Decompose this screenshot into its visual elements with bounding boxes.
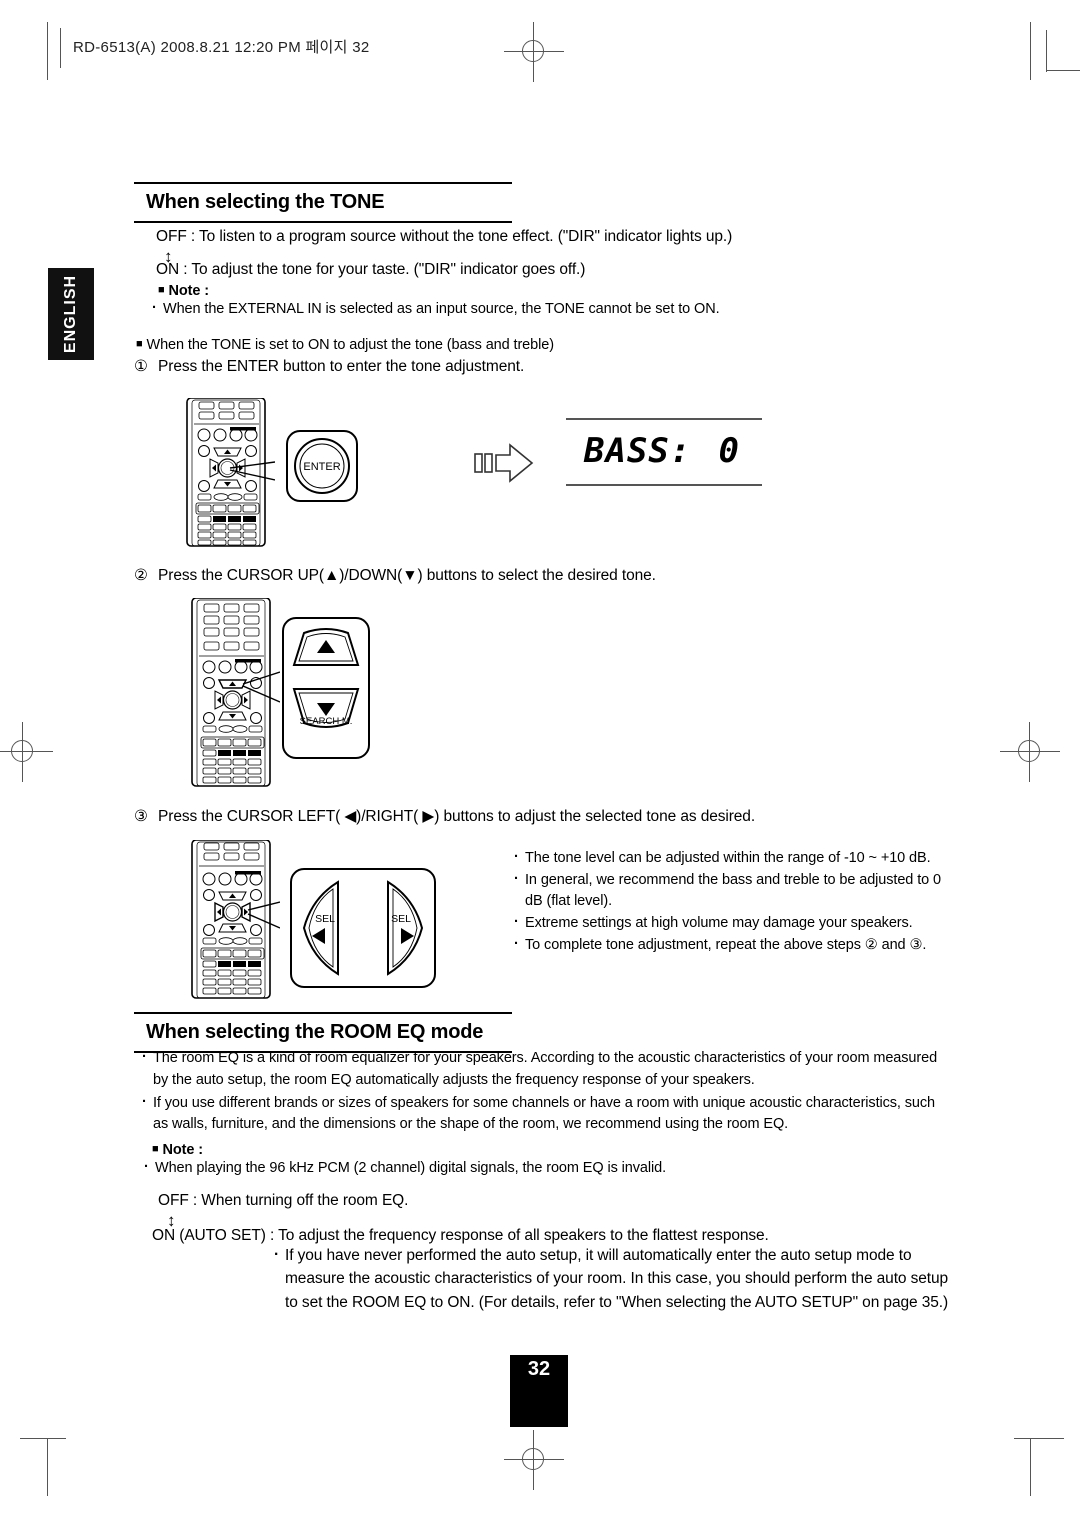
remote-svg-updown <box>191 597 281 787</box>
tone-step-3-text: Press the CURSOR LEFT( ◀)/RIGHT( ▶) butt… <box>158 808 756 825</box>
flow-arrow-svg <box>474 443 534 483</box>
section-title-tone-text: When selecting the TONE <box>146 191 385 213</box>
tone-note-label-text: Note : <box>168 283 209 299</box>
print-header-text: RD-6513(A) 2008.8.21 12:20 PM 페이지 32 <box>73 38 370 56</box>
print-header: RD-6513(A) 2008.8.21 12:20 PM 페이지 32 <box>60 28 370 68</box>
cursor-updown-graphic: SEARCH M. <box>292 628 360 728</box>
tone-subhead-text: When the TONE is set to ON to adjust the… <box>146 337 554 353</box>
tone-note-item-text: When the EXTERNAL IN is selected as an i… <box>163 301 720 317</box>
roomeq-on-text: ON (AUTO SET) : To adjust the frequency … <box>152 1227 769 1244</box>
roomeq-bullet-0: The room EQ is a kind of room equalizer … <box>153 1050 938 1088</box>
roomeq-note-item-text: When playing the 96 kHz PCM (2 channel) … <box>155 1160 667 1176</box>
print-header-rule <box>60 28 61 68</box>
page-number-badge: 32 <box>510 1355 568 1427</box>
roomeq-off-line: OFF : When turning off the room EQ. <box>158 1190 858 1212</box>
display-panel: BASS: 0 <box>566 418 762 486</box>
flow-arrow-icon <box>474 443 536 488</box>
display-face: BASS: 0 <box>566 420 762 484</box>
roomeq-bullet-list: The room EQ is a kind of room equalizer … <box>140 1047 950 1137</box>
callout-enter-button: ENTER <box>286 430 358 502</box>
remote-illustration-enter <box>180 397 276 553</box>
list-item: If you have never performed the auto set… <box>272 1243 954 1314</box>
enter-button-label: ENTER <box>303 461 340 473</box>
tone-off-line: OFF : To listen to a program source with… <box>156 226 916 248</box>
tone-note-item: When the EXTERNAL IN is selected as an i… <box>150 298 940 321</box>
section-title-roomeq-text: When selecting the ROOM EQ mode <box>146 1021 484 1043</box>
roomeq-bullets: The room EQ is a kind of room equalizer … <box>140 1047 950 1137</box>
roomeq-off-text: OFF : When turning off the room EQ. <box>158 1192 409 1209</box>
tone-tips-list: The tone level can be adjusted within th… <box>512 847 962 956</box>
language-tab: ENGLISH <box>48 268 94 360</box>
search-m-label: SEARCH M. <box>300 716 353 727</box>
roomeq-bullet-1: If you use different brands or sizes of … <box>153 1094 936 1133</box>
language-tab-label: ENGLISH <box>62 274 79 354</box>
crop-mark-top-right-v2 <box>1046 30 1047 72</box>
display-label: BASS: <box>584 431 692 471</box>
registration-mark-right <box>1000 722 1060 782</box>
tone-tip-2: Extreme settings at high volume may dama… <box>525 915 913 932</box>
list-item: To complete tone adjustment, repeat the … <box>512 934 962 956</box>
sel-left-label: SEL <box>315 913 335 925</box>
display-rule-bottom <box>566 484 762 486</box>
sel-right-label: SEL <box>391 913 411 925</box>
registration-mark-top <box>504 22 564 82</box>
tone-step-2: ② Press the CURSOR UP(▲)/DOWN(▼) buttons… <box>134 565 964 587</box>
remote-svg-enter <box>186 397 276 547</box>
roomeq-on-detail: If you have never performed the auto set… <box>272 1243 954 1315</box>
registration-mark-bottom <box>504 1430 564 1490</box>
tone-step-1-number: ① <box>134 358 148 375</box>
crop-mark-top-left-v <box>47 22 48 80</box>
tone-on-line: ON : To adjust the tone for your taste. … <box>156 259 916 281</box>
tone-on-text: ON : To adjust the tone for your taste. … <box>156 261 586 278</box>
section-title-tone: When selecting the TONE <box>134 182 512 223</box>
tone-tip-1: In general, we recommend the bass and tr… <box>525 872 941 910</box>
list-item: When playing the 96 kHz PCM (2 channel) … <box>142 1157 942 1179</box>
cursor-leftright-graphic: SEL SEL <box>302 880 424 976</box>
tone-tip-0: The tone level can be adjusted within th… <box>525 850 931 866</box>
list-item: In general, we recommend the bass and tr… <box>512 869 962 912</box>
list-item: The room EQ is a kind of room equalizer … <box>140 1047 950 1092</box>
registration-mark-left <box>0 722 53 782</box>
tone-step-3: ③ Press the CURSOR LEFT( ◀)/RIGHT( ▶) bu… <box>134 806 1004 828</box>
subhead-square-icon: ■ <box>136 338 143 350</box>
roomeq-detail-list: If you have never performed the auto set… <box>272 1243 954 1314</box>
crop-mark-top-right-h <box>1046 70 1080 71</box>
tone-step-2-number: ② <box>134 567 148 584</box>
crop-mark-bottom-right-v <box>1030 1438 1031 1496</box>
remote-svg-leftright <box>191 839 281 999</box>
crop-mark-bottom-left-v <box>47 1438 48 1496</box>
list-item: When the EXTERNAL IN is selected as an i… <box>150 298 940 320</box>
roomeq-on-detail-text: If you have never performed the auto set… <box>285 1247 949 1311</box>
note-square-icon: ■ <box>152 1143 159 1155</box>
callout-cursor-leftright: SEL SEL <box>290 868 436 988</box>
list-item: The tone level can be adjusted within th… <box>512 847 962 869</box>
remote-illustration-updown <box>185 597 281 793</box>
crop-mark-bottom-left-h <box>20 1438 66 1439</box>
section-title-roomeq: When selecting the ROOM EQ mode <box>134 1012 512 1053</box>
callout-cursor-updown: SEARCH M. <box>282 617 370 759</box>
tone-tip-3: To complete tone adjustment, repeat the … <box>525 937 927 954</box>
list-item: If you use different brands or sizes of … <box>140 1092 950 1137</box>
tone-step-3-number: ③ <box>134 808 148 825</box>
roomeq-note-item: When playing the 96 kHz PCM (2 channel) … <box>142 1157 942 1180</box>
list-item: Extreme settings at high volume may dama… <box>512 912 962 934</box>
tone-step-1-text: Press the ENTER button to enter the tone… <box>158 358 525 375</box>
crop-mark-bottom-right-h <box>1014 1438 1064 1439</box>
enter-button-graphic: ENTER <box>294 438 350 494</box>
tone-tips: The tone level can be adjusted within th… <box>512 847 962 957</box>
roomeq-note-label-text: Note : <box>162 1142 203 1158</box>
display-value: 0 <box>718 431 740 471</box>
tone-step-1: ① Press the ENTER button to enter the to… <box>134 356 934 378</box>
remote-illustration-leftright <box>185 839 281 1005</box>
note-square-icon: ■ <box>158 284 165 296</box>
page-number-text: 32 <box>527 1358 551 1380</box>
tone-off-text: OFF : To listen to a program source with… <box>156 228 733 245</box>
tone-subhead: ■ When the TONE is set to ON to adjust t… <box>136 335 936 356</box>
tone-step-2-text: Press the CURSOR UP(▲)/DOWN(▼) buttons t… <box>158 567 656 584</box>
crop-mark-top-right-v <box>1030 22 1031 80</box>
